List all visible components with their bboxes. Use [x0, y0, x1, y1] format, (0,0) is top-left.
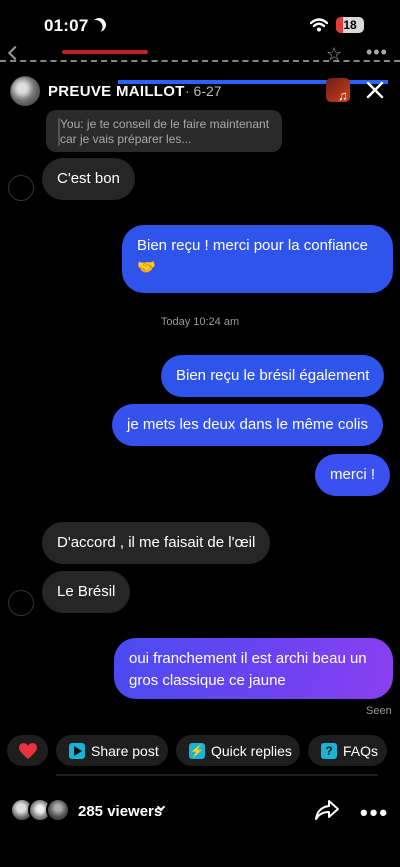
more-icon[interactable]: •••	[360, 800, 389, 826]
music-icon[interactable]: ♫	[338, 88, 348, 103]
message-bubble[interactable]: je mets les deux dans le même colis	[112, 404, 383, 446]
status-time: 01:07	[44, 16, 89, 35]
message-bubble[interactable]: Le Brésil	[42, 571, 131, 613]
message-bubble[interactable]: merci !	[315, 454, 390, 496]
message-bubble[interactable]: D'accord , il me faisait de l'œil	[42, 522, 271, 564]
background-app-row: ☆ •••	[0, 42, 400, 66]
share-post-label: Share post	[91, 742, 159, 759]
background-more-icon: •••	[366, 42, 388, 62]
status-bar: 01:07 18	[0, 0, 400, 48]
question-icon: ?	[321, 742, 337, 759]
like-button[interactable]	[7, 735, 48, 766]
message-input-edge[interactable]	[56, 774, 378, 776]
share-post-button[interactable]: Share post	[56, 735, 168, 766]
back-icon	[7, 45, 23, 61]
message-bubble[interactable]: oui franchement il est archi beau un gro…	[114, 638, 393, 699]
close-icon[interactable]	[364, 79, 386, 101]
lightning-icon: ⚡	[189, 742, 205, 759]
message-bubble[interactable]: Bien reçu ! merci pour la confiance 🤝	[122, 225, 393, 293]
story-header: PREUVE MAILLOT · 6-27 ♫	[0, 70, 400, 114]
quick-replies-label: Quick replies	[211, 742, 292, 759]
background-title-underline	[62, 50, 148, 54]
reply-preview-text: You: je te conseil de le faire maintenan…	[60, 117, 270, 146]
viewer-avatars[interactable]	[10, 798, 74, 824]
star-icon: ☆	[326, 44, 343, 64]
viewers-count[interactable]: 285 viewers	[78, 803, 162, 820]
avatar	[46, 798, 70, 822]
avatar[interactable]	[10, 76, 40, 106]
share-icon[interactable]	[314, 799, 340, 821]
heart-icon	[18, 742, 37, 759]
story-date: · 6-27	[185, 83, 222, 99]
wifi-icon	[310, 18, 328, 32]
timestamp: Today 10:24 am	[160, 316, 240, 328]
avatar[interactable]	[8, 590, 34, 616]
page-title[interactable]: PREUVE MAILLOT	[48, 83, 185, 100]
faqs-button[interactable]: ? FAQs	[308, 735, 387, 766]
quick-replies-button[interactable]: ⚡ Quick replies	[176, 735, 300, 766]
moon-icon	[89, 15, 108, 34]
message-bubble[interactable]: C'est bon	[42, 158, 135, 200]
message-bubble[interactable]: Bien reçu le brésil également	[161, 355, 385, 397]
avatar[interactable]	[8, 175, 34, 201]
faqs-label: FAQs	[343, 742, 379, 759]
battery-indicator: 18	[336, 17, 364, 33]
seen-label: Seen	[366, 705, 392, 717]
play-icon	[69, 742, 85, 759]
battery-level: 18	[343, 18, 357, 32]
